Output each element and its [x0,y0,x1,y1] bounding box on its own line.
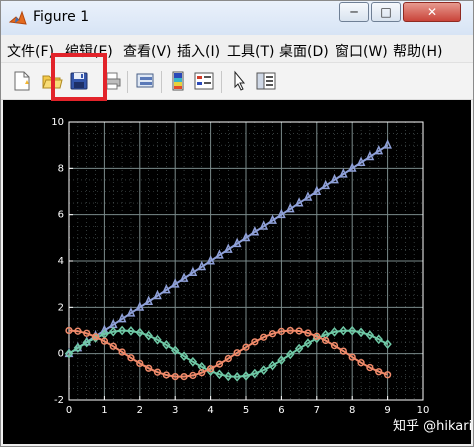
menu-view[interactable]: 查看(V) [123,41,172,61]
x-tick-label: 3 [172,405,178,416]
minimize-button[interactable]: ─ [339,2,369,22]
figure-window: Figure 1 ─ □ ✕ 文件(F) 编辑(E) 查看(V) 插入(I) 工… [0,0,474,447]
y-tick-label: 2 [58,302,64,313]
x-tick-label: 1 [101,405,107,416]
new-figure-icon[interactable] [11,70,33,92]
matlab-logo-icon [9,10,27,25]
show-plot-tools-icon[interactable] [255,70,277,92]
title-bar[interactable]: Figure 1 ─ □ ✕ [1,1,473,35]
toolbar-separator [221,71,222,93]
x-tick-label: 4 [207,405,213,416]
edit-plot-arrow-icon[interactable] [229,70,251,92]
menu-insert[interactable]: 插入(I) [177,41,220,61]
toolbar-separator [161,71,162,93]
close-button[interactable]: ✕ [403,2,461,22]
plot-canvas[interactable]: 0 1 2 3 4 5 6 7 8 9 10 -2 0 2 4 6 8 10 [3,100,471,444]
y-tick-label: 0 [58,349,64,360]
insert-legend-icon[interactable] [193,70,215,92]
menu-help[interactable]: 帮助(H) [393,41,442,61]
window-title: Figure 1 [33,9,90,25]
maximize-button[interactable]: □ [371,2,401,22]
x-tick-label: 0 [66,405,72,416]
x-tick-label: 8 [349,405,355,416]
x-tick-label: 6 [278,405,284,416]
y-tick-label: 10 [51,117,64,128]
watermark: 知乎 @hikari [393,419,473,434]
line-chart[interactable]: 0 1 2 3 4 5 6 7 8 9 10-20246810 [3,100,471,444]
save-highlight-box [51,53,107,101]
maximize-icon: □ [380,5,392,19]
minimize-icon: ─ [350,5,358,19]
close-icon: ✕ [426,5,438,19]
menu-desktop[interactable]: 桌面(D) [279,41,329,61]
x-tick-label: 7 [314,405,320,416]
menu-window[interactable]: 窗口(W) [335,41,388,61]
x-tick-label: 9 [384,405,390,416]
y-tick-label: 6 [58,210,64,221]
toolbar-separator [127,71,128,93]
y-tick-label: 8 [58,163,64,174]
menu-file[interactable]: 文件(F) [7,41,54,61]
menu-tools[interactable]: 工具(T) [227,41,274,61]
y-tick-label: -2 [54,395,64,406]
y-tick-label: 4 [58,256,64,267]
insert-colorbar-icon[interactable] [167,70,189,92]
x-tick-label: 5 [243,405,249,416]
x-tick-label: 2 [137,405,143,416]
link-plot-icon[interactable] [135,70,157,92]
